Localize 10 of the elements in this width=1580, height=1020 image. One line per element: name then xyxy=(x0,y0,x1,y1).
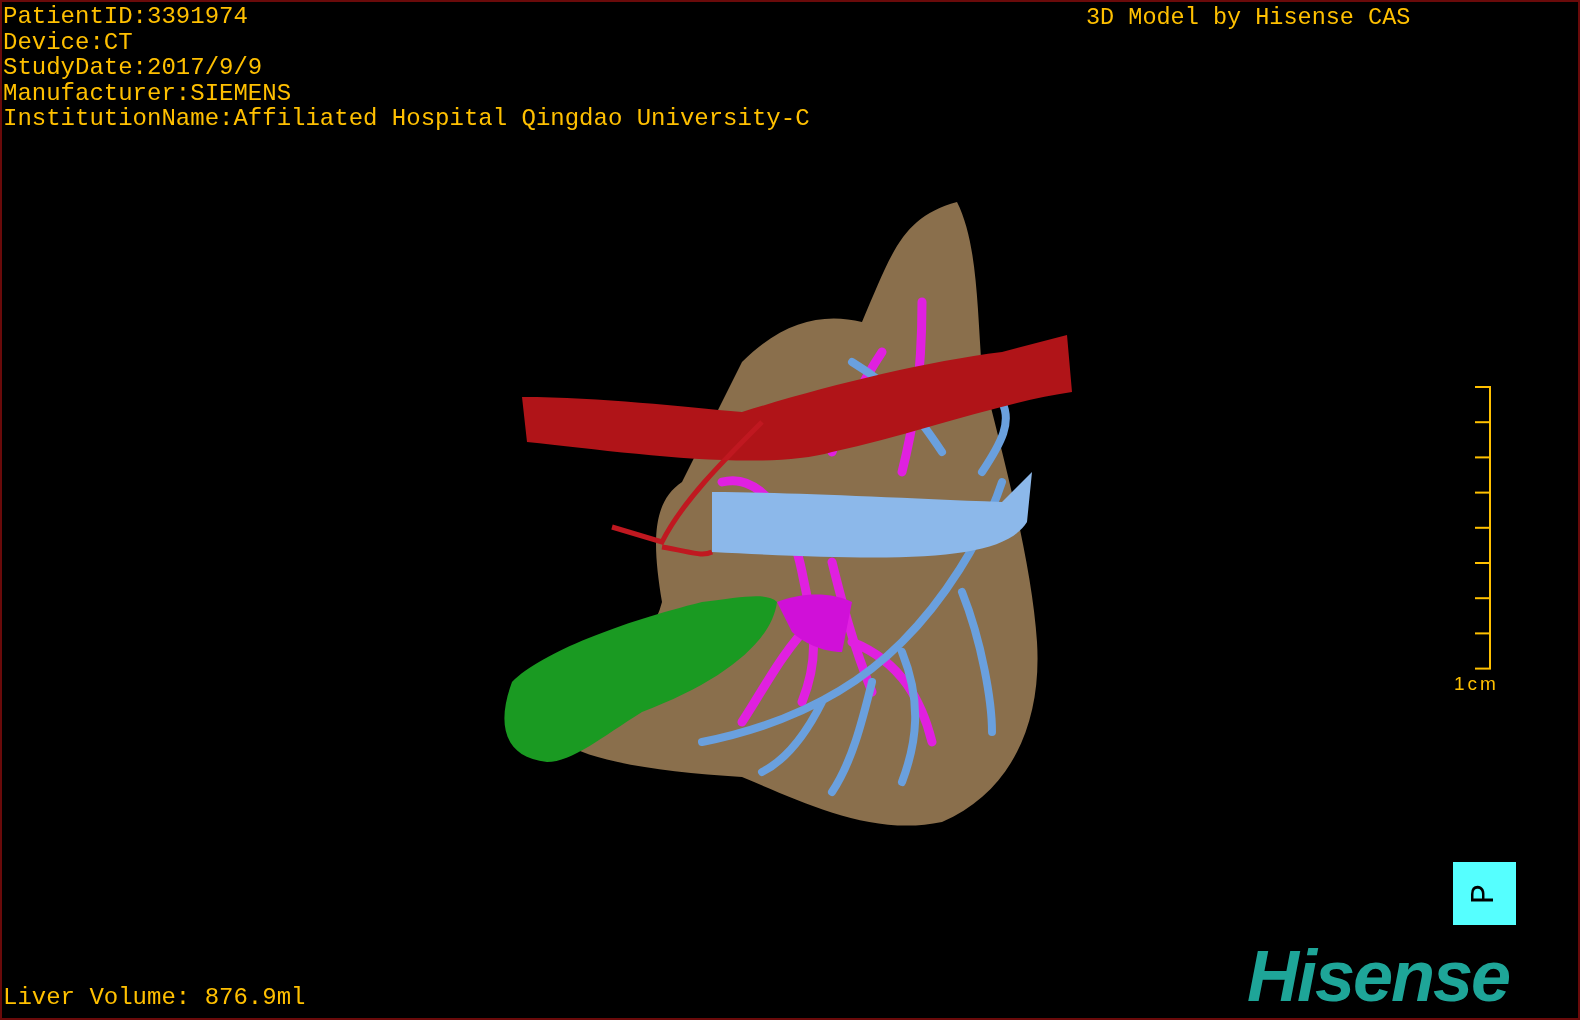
orientation-marker[interactable]: P xyxy=(1453,862,1516,925)
liver-volume-text: Liver Volume: 876.9ml xyxy=(3,985,306,1011)
patient-info-text: Manufacturer:SIEMENS xyxy=(3,80,292,106)
patient-info-text: InstitutionName:Affiliated Hospital Qingdao University-C xyxy=(3,106,810,132)
model-title: 3D Model by Hisense CAS xyxy=(1086,5,1411,31)
brand-logo: Hisense xyxy=(1247,940,1510,1012)
patient-info-text: PatientID:3391974 xyxy=(3,4,248,30)
patient-info-text: Device:CT xyxy=(3,29,133,55)
patient-info-text: StudyDate:2017/9/9 xyxy=(3,55,263,81)
scale-label: 1cm xyxy=(1454,673,1499,695)
